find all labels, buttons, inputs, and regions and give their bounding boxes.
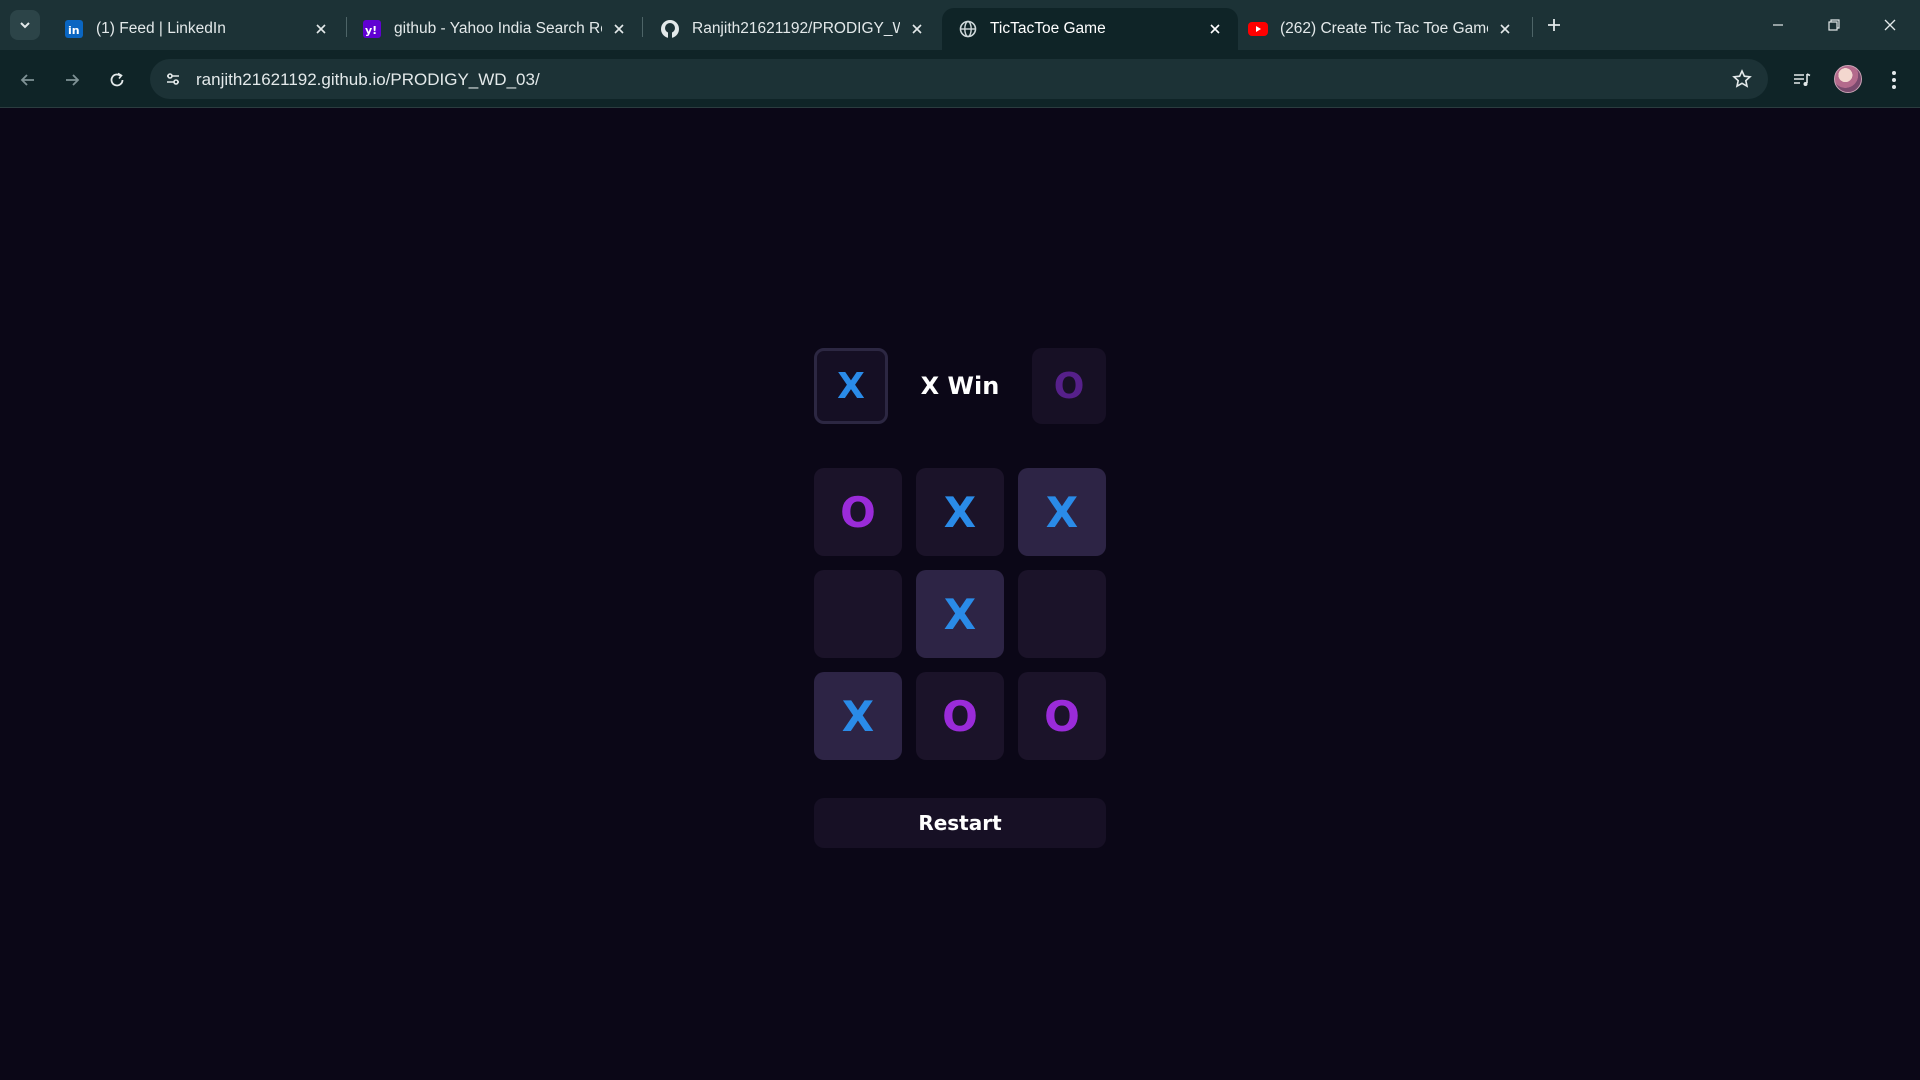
tab-title: TicTacToe Game bbox=[990, 20, 1106, 37]
minimize-button[interactable] bbox=[1750, 0, 1806, 50]
close-icon bbox=[1884, 19, 1896, 31]
board-cell[interactable]: X bbox=[916, 570, 1004, 658]
reload-icon bbox=[110, 72, 124, 87]
board-cell[interactable] bbox=[1018, 570, 1106, 658]
tab-yahoo[interactable]: y! github - Yahoo India Search Res bbox=[346, 8, 642, 50]
close-icon[interactable] bbox=[906, 18, 928, 40]
close-icon[interactable] bbox=[310, 18, 332, 40]
media-controls-button[interactable] bbox=[1786, 64, 1818, 96]
tab-title: github - Yahoo India Search Res bbox=[394, 20, 602, 37]
tab-title: (1) Feed | LinkedIn bbox=[96, 20, 226, 37]
new-tab-button[interactable] bbox=[1540, 11, 1568, 39]
reload-button[interactable] bbox=[101, 64, 133, 96]
menu-button[interactable] bbox=[1878, 64, 1910, 96]
url-text[interactable]: ranjith21621192.github.io/PRODIGY_WD_03/ bbox=[196, 70, 540, 90]
restore-icon bbox=[1828, 19, 1840, 31]
star-icon bbox=[1732, 69, 1752, 88]
board-cell[interactable]: X bbox=[814, 672, 902, 760]
queue-music-icon bbox=[1794, 73, 1811, 86]
linkedin-icon: in bbox=[64, 19, 84, 39]
close-icon[interactable] bbox=[1494, 18, 1516, 40]
tab-linkedin[interactable]: in (1) Feed | LinkedIn bbox=[48, 8, 344, 50]
game-status: X Win bbox=[920, 372, 1000, 400]
tab-tictactoe[interactable]: TicTacToe Game bbox=[942, 8, 1238, 50]
github-icon bbox=[660, 19, 680, 39]
arrow-right-icon bbox=[66, 74, 80, 86]
site-info-button[interactable] bbox=[158, 64, 188, 94]
board-cell[interactable]: O bbox=[814, 468, 902, 556]
youtube-icon bbox=[1248, 19, 1268, 39]
close-icon[interactable] bbox=[608, 18, 630, 40]
board-cell[interactable] bbox=[814, 570, 902, 658]
tab-title: (262) Create Tic Tac Toe Game | bbox=[1280, 20, 1488, 37]
restart-button[interactable]: Restart bbox=[814, 798, 1106, 848]
more-vert-icon bbox=[1892, 71, 1896, 89]
restore-button[interactable] bbox=[1806, 0, 1862, 50]
profile-avatar[interactable] bbox=[1834, 65, 1862, 93]
game-board: O X X X X O O bbox=[814, 468, 1106, 760]
turn-indicator-o: O bbox=[1032, 348, 1106, 424]
globe-icon bbox=[958, 19, 978, 39]
bookmark-button[interactable] bbox=[1730, 67, 1754, 91]
svg-text:y!: y! bbox=[365, 24, 377, 37]
page-content: X X Win O O X X X X O O Restart bbox=[0, 108, 1920, 1080]
forward-button[interactable] bbox=[56, 64, 88, 96]
chevron-down-icon bbox=[20, 22, 30, 29]
tab-search-button[interactable] bbox=[10, 10, 40, 40]
tab-github[interactable]: Ranjith21621192/PRODIGY_WD bbox=[644, 8, 940, 50]
close-icon[interactable] bbox=[1204, 18, 1226, 40]
back-button[interactable] bbox=[12, 64, 44, 96]
tic-tac-toe-game: X X Win O O X X X X O O Restart bbox=[814, 348, 1106, 848]
tab-separator bbox=[642, 17, 643, 37]
svg-text:in: in bbox=[68, 24, 80, 37]
plus-icon bbox=[1548, 19, 1560, 31]
turn-indicator-x: X bbox=[814, 348, 888, 424]
tab-title: Ranjith21621192/PRODIGY_WD bbox=[692, 20, 900, 37]
tab-strip: in (1) Feed | LinkedIn y! github - Yahoo… bbox=[0, 0, 1920, 50]
arrow-left-icon bbox=[20, 74, 34, 86]
turn-status-row: X X Win O bbox=[814, 348, 1106, 424]
board-cell[interactable]: O bbox=[916, 672, 1004, 760]
address-bar[interactable]: ranjith21621192.github.io/PRODIGY_WD_03/ bbox=[150, 59, 1768, 99]
tab-youtube[interactable]: (262) Create Tic Tac Toe Game | bbox=[1232, 8, 1528, 50]
board-cell[interactable]: X bbox=[916, 468, 1004, 556]
minimize-icon bbox=[1773, 24, 1783, 26]
board-cell[interactable]: X bbox=[1018, 468, 1106, 556]
tab-separator bbox=[1532, 17, 1533, 37]
tune-icon bbox=[167, 73, 179, 85]
close-window-button[interactable] bbox=[1862, 0, 1918, 50]
yahoo-icon: y! bbox=[362, 19, 382, 39]
board-cell[interactable]: O bbox=[1018, 672, 1106, 760]
